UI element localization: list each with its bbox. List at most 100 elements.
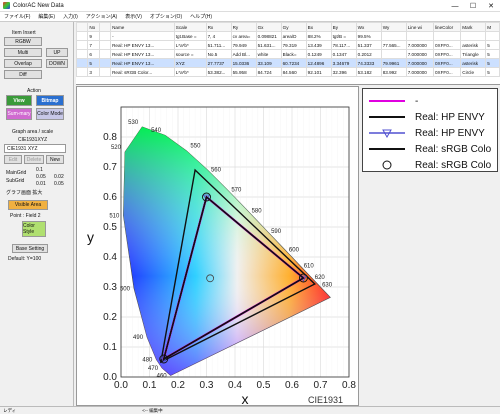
legend-swatch (382, 160, 392, 170)
table-row[interactable]: 7 Real: HP ENVY 13... L*a*b* 51.711... 79.94… (76, 40, 500, 50)
grid-header-cell[interactable]: M (485, 22, 500, 32)
table-row[interactable]: 5 Real: HP ENVY 13... XYZ 27.7737 15.0336 33.… (76, 58, 500, 68)
grid-header-cell[interactable]: Name (110, 22, 175, 32)
overlap-button[interactable]: Overlap (4, 59, 42, 68)
table-cell: 0XFF0... (432, 49, 462, 59)
table-cell: 74.3333 (355, 58, 382, 68)
legend-swatch (369, 148, 405, 150)
left-panel: Item Insert RGBW Multi UP Overlap DOWN D… (0, 22, 74, 406)
color-mode-button[interactable]: Color Mode (36, 108, 64, 120)
table-cell: cv area= (230, 31, 257, 41)
grid-header-cell[interactable]: Gy (280, 22, 307, 32)
new-button[interactable]: New (46, 155, 64, 164)
table-cell (485, 31, 500, 41)
legend-label: - (415, 95, 419, 107)
table-cell (98, 31, 112, 41)
color-style-button[interactable]: Color Style (22, 221, 46, 237)
table-cell: 51.711... (205, 40, 232, 50)
menu-input[interactable]: 入力(I) (59, 13, 82, 20)
radio-005[interactable]: 0.05 (36, 174, 46, 180)
table-cell: 51.631... (255, 40, 282, 50)
grid-header-cell[interactable]: Scale (173, 22, 207, 32)
table-cell: 0.1347 (330, 49, 357, 59)
radio-002[interactable]: 0.02 (54, 174, 64, 180)
grid-header-cell[interactable]: Bx (305, 22, 332, 32)
menu-help[interactable]: ヘルプ(H) (186, 13, 216, 20)
table-row[interactable]: 9- tgt.Base = 7, 4 cv area= 0.098821 area/D 88… (76, 31, 500, 41)
summary-button[interactable]: Sum-mary (6, 108, 32, 120)
legend-label: Real: sRGB Colo (415, 159, 492, 171)
table-cell (98, 58, 112, 68)
data-grid[interactable]: No Name Scale Rx Ry Gx Gy Bx By Wx Wy Line wi lineCo… (76, 22, 500, 85)
menu-view[interactable]: 表示(V) (121, 13, 146, 20)
table-cell: 12.4896 (305, 58, 332, 68)
table-cell: 15.0336 (230, 58, 257, 68)
grid-header-cell[interactable]: No (87, 22, 100, 32)
table-cell: 5 (485, 49, 500, 59)
grid-header-cell[interactable]: Mark (460, 22, 487, 32)
minimize-button[interactable]: — (446, 0, 464, 12)
menu-options[interactable]: オプション(O) (146, 13, 186, 20)
grid-header-cell[interactable]: Rx (205, 22, 232, 32)
radio-001[interactable]: 0.01 (36, 181, 46, 187)
grid-header-cell[interactable]: By (330, 22, 357, 32)
sub-grid-label: SubGrid (6, 178, 25, 184)
table-cell: 51.337 (355, 40, 382, 50)
grid-header-cell[interactable]: Gx (255, 22, 282, 32)
table-cell: 27.7737 (205, 58, 232, 68)
grid-header-cell[interactable]: Line wi (405, 22, 434, 32)
sub-grid-checkbox[interactable]: SubGrid (6, 178, 24, 184)
chart-area[interactable]: 460 470 480 490 500 510 520 530 540 550 560 570 580 5… (76, 86, 359, 407)
table-cell: asterisk (460, 40, 487, 50)
menu-action[interactable]: アクション(A) (82, 13, 121, 20)
status-bar: レディ <-- 編集中 (0, 406, 500, 414)
base-setting-button[interactable]: Base Setting (12, 244, 48, 253)
grid-header-cell[interactable]: lineColor (432, 22, 462, 32)
bitmap-button[interactable]: Bitmap (36, 95, 64, 106)
multi-button[interactable]: Multi (4, 48, 42, 57)
table-cell: 92.101 (305, 67, 332, 77)
wavelength-label: 520 (111, 145, 122, 151)
visible-area-button[interactable]: Visible Area (8, 200, 48, 210)
down-button[interactable]: DOWN (46, 59, 68, 68)
menu-file[interactable]: ファイル(F) (0, 13, 34, 20)
table-cell: 3.34679 (330, 58, 357, 68)
x-tick-label: 0.3 (200, 380, 214, 391)
table-cell (98, 67, 112, 77)
rgbw-button[interactable]: RGBW (4, 37, 42, 46)
grid-header-cell[interactable] (76, 22, 89, 32)
table-cell: XYZ (173, 58, 207, 68)
view-button[interactable]: View (6, 95, 32, 106)
table-row[interactable]: 3 Real: sRGB Color... L*a*b* 53.382... 55.95… (76, 67, 500, 77)
maximize-button[interactable]: ☐ (464, 0, 482, 12)
table-cell: 79.949 (230, 40, 257, 50)
grid-header-cell[interactable]: Wy (380, 22, 407, 32)
diff-button[interactable]: Diff (4, 70, 42, 79)
app-icon (3, 2, 10, 9)
cie-select[interactable]: CIE1931 XYZ (4, 144, 66, 153)
table-cell: 5 (485, 40, 500, 50)
grid-header-cell[interactable] (98, 22, 112, 32)
up-button[interactable]: UP (46, 48, 68, 57)
edit-button[interactable]: Edit (4, 155, 22, 164)
main-grid-checkbox[interactable]: MainGrid (6, 170, 26, 176)
y-tick-label: 0.0 (103, 372, 117, 383)
table-cell: 0XFF0... (432, 67, 462, 77)
table-cell: L*a*b* (173, 67, 207, 77)
table-row[interactable]: 6 Real: HP ENVY 13... source = No.5 Add Bl..… (76, 49, 500, 59)
y-tick-label: 0.4 (103, 252, 117, 263)
radio-005b[interactable]: 0.05 (54, 181, 64, 187)
graph-zoom-checkbox[interactable]: グラフ画面 拡大 (6, 189, 42, 196)
radio-01[interactable]: 0.1 (36, 167, 43, 173)
x-tick-label: 0.6 (285, 380, 299, 391)
grid-header-cell[interactable]: Ry (230, 22, 257, 32)
close-button[interactable]: ✕ (482, 0, 500, 12)
table-cell: 32.396 (330, 67, 357, 77)
delete-button[interactable]: Delete (24, 155, 44, 164)
wavelength-label: 560 (211, 167, 222, 173)
table-cell (76, 40, 89, 50)
x-tick-label: 0.8 (342, 380, 356, 391)
grid-header-cell[interactable]: Wx (355, 22, 382, 32)
chart-watermark: CIE1931 (308, 395, 343, 405)
menu-edit[interactable]: 編集(E) (34, 13, 59, 20)
